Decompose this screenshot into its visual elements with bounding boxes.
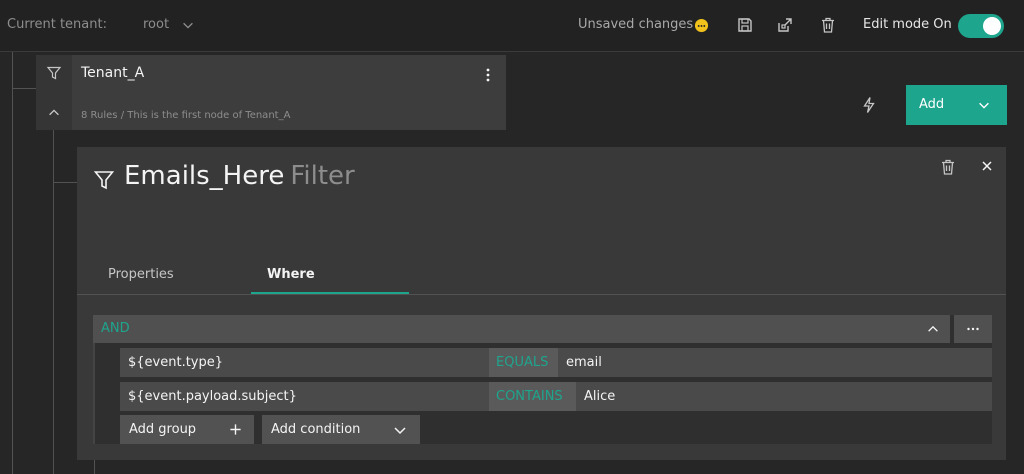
group-operator[interactable]: AND <box>101 321 130 336</box>
group-header[interactable]: AND <box>93 315 950 343</box>
tab-where[interactable]: Where <box>267 267 315 282</box>
top-bar: Current tenant: root Unsaved changes Edi… <box>0 0 1024 52</box>
condition-row: ${event.type} EQUALS email <box>120 348 992 377</box>
filter-icon <box>93 171 115 190</box>
chevron-down-icon <box>979 102 989 109</box>
tree-line <box>53 182 77 183</box>
condition-field[interactable]: ${event.type} <box>120 348 489 377</box>
add-condition-label: Add condition <box>271 422 361 437</box>
filter-type: Filter <box>290 161 355 191</box>
unsaved-changes-label: Unsaved changes <box>578 17 694 32</box>
panel-tabs: Properties Where <box>77 257 1006 295</box>
add-button-label: Add <box>919 97 945 112</box>
active-tab-indicator <box>251 292 409 294</box>
filter-panel: Emails_Here Filter Properties Where AND $… <box>77 147 1006 460</box>
chevron-up-icon[interactable] <box>47 106 61 120</box>
edit-mode-toggle[interactable] <box>958 14 1004 38</box>
condition-group: AND ${event.type} EQUALS email ${event.p… <box>93 315 992 444</box>
toggle-knob <box>983 17 1001 35</box>
add-button[interactable]: Add <box>906 85 1007 125</box>
tenant-selector-value[interactable]: root <box>143 17 169 32</box>
add-condition-button[interactable]: Add condition <box>262 415 420 444</box>
chevron-up-icon[interactable] <box>926 322 940 336</box>
plus-icon <box>230 424 241 435</box>
edit-mode-label: Edit mode On <box>863 17 952 32</box>
tree-line <box>12 88 36 89</box>
condition-row: ${event.payload.subject} CONTAINS Alice <box>120 382 992 411</box>
delete-icon[interactable] <box>939 158 957 176</box>
save-icon[interactable] <box>736 16 754 34</box>
add-group-label: Add group <box>129 422 197 437</box>
condition-value[interactable]: email <box>558 348 992 377</box>
chevron-down-icon <box>394 427 406 435</box>
node-title: Tenant_A <box>81 65 145 81</box>
panel-title: Emails_Here Filter <box>124 161 355 191</box>
condition-field[interactable]: ${event.payload.subject} <box>120 382 489 411</box>
current-tenant-label: Current tenant: <box>7 17 107 32</box>
close-icon[interactable] <box>979 158 995 174</box>
filter-name: Emails_Here <box>124 161 285 191</box>
tenant-node-card[interactable]: Tenant_A 8 Rules / This is the first nod… <box>36 55 506 130</box>
chevron-down-icon[interactable] <box>181 18 195 32</box>
overflow-menu-icon[interactable] <box>480 66 496 84</box>
tab-properties[interactable]: Properties <box>108 267 174 282</box>
filter-icon <box>46 66 62 80</box>
tree-line <box>12 52 13 474</box>
more-horizontal-icon <box>967 327 979 331</box>
delete-icon[interactable] <box>819 16 837 34</box>
lightning-bolt-icon[interactable] <box>861 96 877 114</box>
unsaved-warning-icon <box>694 18 709 33</box>
add-group-button[interactable]: Add group <box>120 415 254 444</box>
group-rail <box>93 343 95 444</box>
node-subtitle: 8 Rules / This is the first node of Tena… <box>81 110 291 121</box>
condition-value[interactable]: Alice <box>576 382 992 411</box>
group-more-button[interactable] <box>954 315 992 343</box>
node-gutter <box>36 55 72 130</box>
condition-operator[interactable]: CONTAINS <box>489 382 576 411</box>
tree-line <box>94 460 95 474</box>
export-icon[interactable] <box>776 16 794 34</box>
condition-operator[interactable]: EQUALS <box>489 348 558 377</box>
